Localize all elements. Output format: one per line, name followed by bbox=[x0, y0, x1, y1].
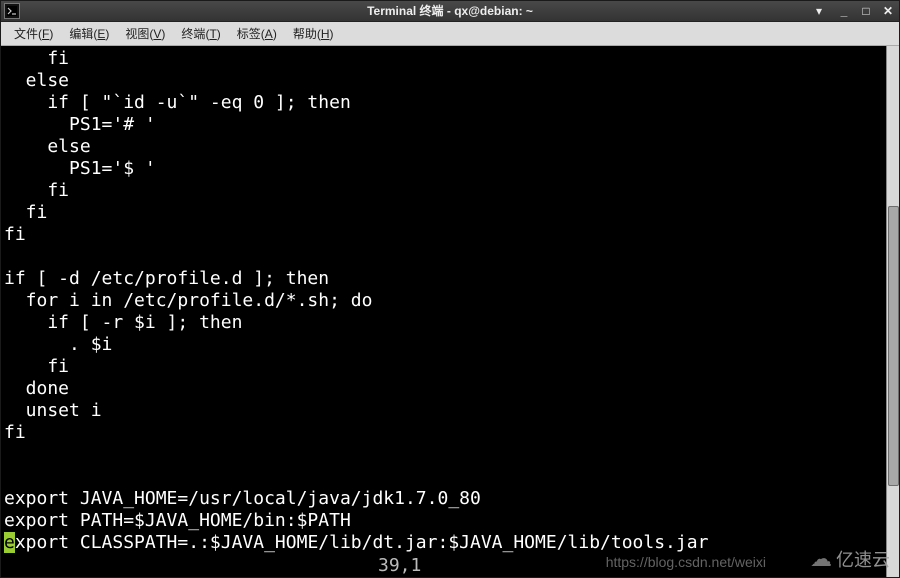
vim-position-indicator: 39,1 bbox=[378, 555, 421, 576]
terminal-line: export CLASSPATH=.:$JAVA_HOME/lib/dt.jar… bbox=[4, 532, 886, 554]
terminal-line: fi bbox=[4, 356, 886, 378]
terminal-line: unset i bbox=[4, 400, 886, 422]
menu-edit[interactable]: 编辑(E) bbox=[61, 23, 117, 44]
terminal-line: fi bbox=[4, 180, 886, 202]
terminal-line: for i in /etc/profile.d/*.sh; do bbox=[4, 290, 886, 312]
terminal-line bbox=[4, 246, 886, 268]
terminal-line: fi bbox=[4, 422, 886, 444]
terminal-line: export PATH=$JAVA_HOME/bin:$PATH bbox=[4, 510, 886, 532]
terminal-line: fi bbox=[4, 202, 886, 224]
scrollbar-thumb[interactable] bbox=[888, 206, 899, 486]
terminal-line: done bbox=[4, 378, 886, 400]
menu-file[interactable]: 文件(F) bbox=[6, 23, 61, 44]
close-button[interactable]: ✕ bbox=[880, 4, 896, 18]
menu-view[interactable]: 视图(V) bbox=[117, 23, 173, 44]
maximize-button[interactable]: □ bbox=[858, 4, 874, 18]
terminal-line bbox=[4, 466, 886, 488]
terminal-line: fi bbox=[4, 48, 886, 70]
terminal-output[interactable]: fi else if [ "`id -u`" -eq 0 ]; then PS1… bbox=[0, 46, 886, 578]
minimize-button[interactable]: _ bbox=[836, 4, 852, 18]
terminal-line: else bbox=[4, 70, 886, 92]
terminal-app-icon bbox=[4, 3, 20, 19]
window-menu-arrow-icon[interactable]: ▾ bbox=[816, 4, 822, 18]
terminal-line: export JAVA_HOME=/usr/local/java/jdk1.7.… bbox=[4, 488, 886, 510]
window-controls: _ □ ✕ bbox=[836, 4, 896, 18]
terminal-line: if [ -d /etc/profile.d ]; then bbox=[4, 268, 886, 290]
terminal-line: if [ -r $i ]; then bbox=[4, 312, 886, 334]
scrollbar[interactable] bbox=[886, 46, 900, 578]
menu-help[interactable]: 帮助(H) bbox=[285, 23, 342, 44]
vim-cursor: e bbox=[4, 532, 15, 553]
terminal-line: if [ "`id -u`" -eq 0 ]; then bbox=[4, 92, 886, 114]
titlebar: Terminal 终端 - qx@debian: ~ ▾ _ □ ✕ bbox=[0, 0, 900, 22]
terminal-line: else bbox=[4, 136, 886, 158]
terminal-line: PS1='# ' bbox=[4, 114, 886, 136]
terminal-line: . $i bbox=[4, 334, 886, 356]
menu-terminal[interactable]: 终端(T) bbox=[173, 23, 228, 44]
terminal-area: fi else if [ "`id -u`" -eq 0 ]; then PS1… bbox=[0, 46, 900, 578]
terminal-line: PS1='$ ' bbox=[4, 158, 886, 180]
window-title: Terminal 终端 - qx@debian: ~ bbox=[367, 2, 533, 19]
terminal-line: fi bbox=[4, 224, 886, 246]
menu-tabs[interactable]: 标签(A) bbox=[229, 23, 285, 44]
terminal-line bbox=[4, 444, 886, 466]
menubar: 文件(F) 编辑(E) 视图(V) 终端(T) 标签(A) 帮助(H) bbox=[0, 22, 900, 46]
